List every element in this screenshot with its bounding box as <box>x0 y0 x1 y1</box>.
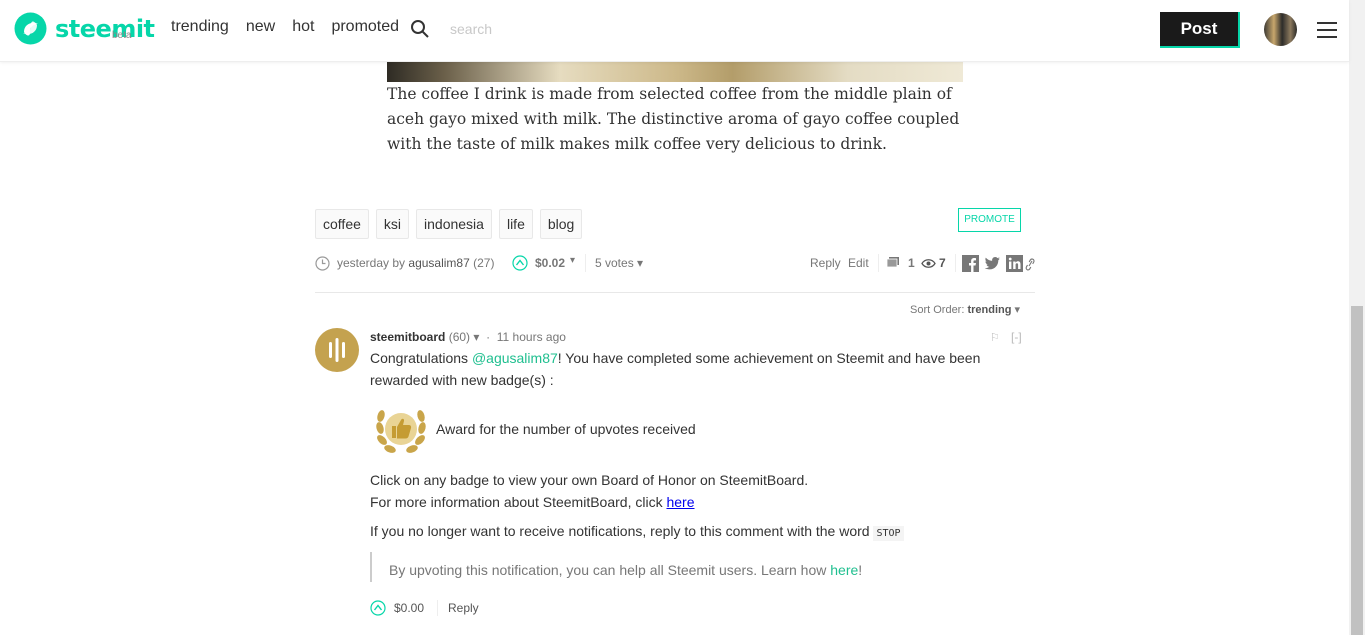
search-input[interactable] <box>450 17 650 41</box>
view-count: 7 <box>939 256 946 270</box>
comment-line-board: Click on any badge to view your own Boar… <box>370 472 809 488</box>
comment-header: steemitboard (60) ▾ · 11 hours ago <box>370 330 566 344</box>
edit-link[interactable]: Edit <box>848 256 869 270</box>
badge-description: Award for the number of upvotes received <box>436 421 696 437</box>
steemit-logo[interactable]: steemit <box>14 12 155 45</box>
mention-link[interactable]: @agusalim87 <box>472 350 558 366</box>
main-nav: trending new hot promoted <box>171 18 416 36</box>
search-icon[interactable] <box>410 19 430 39</box>
comment-unsubscribe: If you no longer want to receive notific… <box>370 521 1030 544</box>
badge-row: Award for the number of upvotes received <box>370 398 696 460</box>
post-date: yesterday <box>337 256 390 270</box>
clock-icon <box>315 256 330 271</box>
comment-line-more-text: For more information about SteemitBoard,… <box>370 493 667 510</box>
comment-reply-link[interactable]: Reply <box>448 601 479 615</box>
learn-how-here-link[interactable]: here <box>830 562 858 578</box>
post-payout[interactable]: $0.02 <box>535 256 565 270</box>
reply-link[interactable]: Reply <box>810 256 841 270</box>
quote-end: ! <box>858 562 863 578</box>
tag-ksi[interactable]: ksi <box>375 209 410 239</box>
divider <box>585 254 586 272</box>
unsubscribe-text: If you no longer want to receive notific… <box>370 523 874 539</box>
facebook-icon[interactable] <box>962 255 979 272</box>
tag-list: coffee ksi indonesia life blog <box>315 209 589 239</box>
comment-line-more: For more information about SteemitBoard,… <box>370 492 1030 514</box>
comment-avatar[interactable] <box>315 328 359 372</box>
tag-coffee[interactable]: coffee <box>315 209 369 239</box>
post-author-link[interactable]: agusalim87 <box>408 256 469 270</box>
post-footer: yesterday by agusalim87 (27) $0.02 ▾ 5 v… <box>315 254 1035 274</box>
user-avatar[interactable] <box>1264 13 1297 46</box>
nav-promoted[interactable]: promoted <box>331 18 399 36</box>
upvotes-badge-icon[interactable] <box>370 398 432 460</box>
post-image <box>387 62 963 82</box>
nav-new[interactable]: new <box>246 18 275 36</box>
divider <box>437 600 438 616</box>
author-menu-caret-icon[interactable]: ▾ <box>473 330 479 344</box>
post-paragraph: The coffee I drink is made from selected… <box>387 85 960 153</box>
steemit-logo-icon <box>14 12 47 45</box>
nav-hot[interactable]: hot <box>292 18 314 36</box>
twitter-icon[interactable] <box>984 255 1001 272</box>
tag-indonesia[interactable]: indonesia <box>416 209 492 239</box>
page-scrollbar[interactable] <box>1349 0 1365 635</box>
divider <box>955 254 956 272</box>
comment-intro-text: Congratulations <box>370 350 472 366</box>
linkedin-icon[interactable] <box>1006 255 1023 272</box>
collapse-toggle[interactable]: [-] <box>1011 330 1022 344</box>
post-by: by <box>392 256 406 270</box>
tag-life[interactable]: life <box>498 209 533 239</box>
stop-keyword: STOP <box>873 526 904 541</box>
link-icon[interactable] <box>1024 255 1036 272</box>
divider <box>878 254 879 272</box>
comment-time[interactable]: 11 hours ago <box>497 330 566 344</box>
flag-icon[interactable]: ⚐ <box>990 331 1000 344</box>
tag-blog[interactable]: blog <box>539 209 583 239</box>
post-author-rep: (27) <box>473 256 495 270</box>
comment-upvote-icon[interactable] <box>370 600 386 616</box>
votes-dropdown[interactable]: 5 votes ▾ <box>595 256 643 270</box>
scrollbar-thumb[interactable] <box>1351 306 1363 635</box>
post-timestamp: yesterday by agusalim87 (27) <box>337 256 494 270</box>
promote-button[interactable]: PROMOTE <box>958 208 1021 232</box>
steemitboard-logo-icon <box>329 338 345 362</box>
post-button[interactable]: Post <box>1160 12 1240 48</box>
section-divider <box>315 292 1035 293</box>
hamburger-menu-icon[interactable] <box>1317 22 1337 38</box>
sort-value[interactable]: trending <box>967 304 1011 316</box>
eye-icon <box>921 259 936 268</box>
comment-author-link[interactable]: steemitboard <box>370 330 445 344</box>
quote-text: By upvoting this notification, you can h… <box>389 562 831 578</box>
nav-trending[interactable]: trending <box>171 18 229 36</box>
comment-info: Click on any badge to view your own Boar… <box>370 470 1030 513</box>
comment-payout[interactable]: $0.00 <box>394 601 424 615</box>
votes-count: 5 votes <box>595 256 634 270</box>
sort-label: Sort Order: <box>910 304 965 316</box>
comment-author-rep: (60) <box>448 330 471 344</box>
site-header: steemit beta trending new hot promoted P… <box>0 0 1349 62</box>
sort-order[interactable]: Sort Order: trending ▾ <box>910 303 1020 316</box>
upvote-icon[interactable] <box>512 255 528 271</box>
steemitboard-here-link[interactable]: here <box>666 494 694 510</box>
comments-icon[interactable] <box>886 256 900 270</box>
logo-text: steemit <box>55 14 155 43</box>
comment-blockquote: By upvoting this notification, you can h… <box>370 552 970 582</box>
payout-caret-icon[interactable]: ▾ <box>570 255 575 266</box>
comment-intro: Congratulations @agusalim87! You have co… <box>370 348 1030 391</box>
beta-label: beta <box>112 30 132 41</box>
comment-count: 1 <box>908 256 915 270</box>
